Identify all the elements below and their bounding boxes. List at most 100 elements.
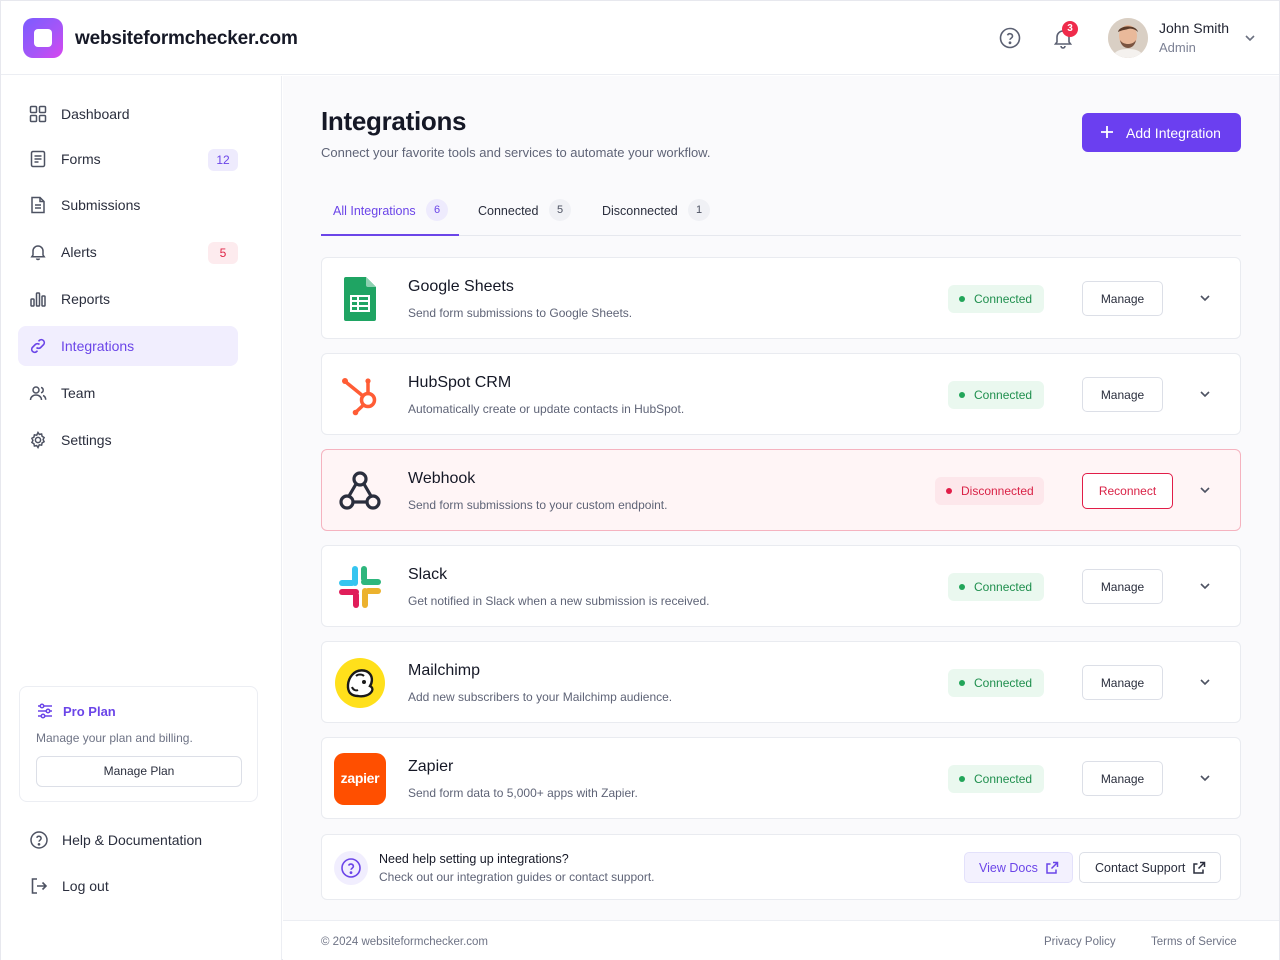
page-title: Integrations xyxy=(321,106,467,136)
brand-logo-icon[interactable] xyxy=(23,18,63,58)
webhook-icon xyxy=(339,471,381,510)
reconnect-button[interactable]: Reconnect xyxy=(1082,473,1173,509)
google-sheets-icon xyxy=(344,277,376,321)
logout-label: Log out xyxy=(62,878,109,894)
sidebar-item-label: Settings xyxy=(61,432,112,448)
chevron-down-icon[interactable] xyxy=(1198,579,1212,593)
help-circle-icon[interactable] xyxy=(998,26,1022,50)
contact-support-button[interactable]: Contact Support xyxy=(1079,852,1221,883)
integration-description: Automatically create or update contacts … xyxy=(408,402,685,416)
sliders-icon xyxy=(38,703,52,719)
chevron-down-icon[interactable] xyxy=(1198,771,1212,785)
tab-label: All Integrations xyxy=(333,204,416,218)
brand-name[interactable]: websiteformchecker.com xyxy=(75,28,298,50)
tab-count: 1 xyxy=(688,199,710,221)
bell-icon xyxy=(30,245,46,261)
avatar[interactable] xyxy=(1108,18,1148,58)
chevron-down-icon[interactable] xyxy=(1198,675,1212,689)
tab-label: Disconnected xyxy=(602,204,678,218)
privacy-policy-link[interactable]: Privacy Policy xyxy=(1044,936,1116,948)
integration-card-mailchimp: Mailchimp Add new subscribers to your Ma… xyxy=(321,641,1241,723)
forms-count-badge: 12 xyxy=(208,149,238,171)
integration-card-webhook: Webhook Send form submissions to your cu… xyxy=(321,449,1241,531)
integration-name: Google Sheets xyxy=(408,278,514,295)
chevron-down-icon[interactable] xyxy=(1198,291,1212,305)
help-subtitle: Check out our integration guides or cont… xyxy=(379,870,655,884)
add-integration-label: Add Integration xyxy=(1126,125,1221,141)
app-window: websiteformchecker.com 3 John Smith Admi… xyxy=(0,0,1280,960)
top-header: websiteformchecker.com 3 John Smith Admi… xyxy=(1,1,1279,75)
manage-button[interactable]: Manage xyxy=(1082,761,1163,796)
sidebar-item-settings[interactable]: Settings xyxy=(18,420,238,460)
chevron-down-icon[interactable] xyxy=(1198,483,1212,497)
sidebar-item-submissions[interactable]: Submissions xyxy=(18,185,238,225)
status-badge: Connected xyxy=(948,573,1044,601)
plan-description: Manage your plan and billing. xyxy=(36,731,193,745)
sidebar-item-label: Alerts xyxy=(61,244,97,260)
integration-description: Send form data to 5,000+ apps with Zapie… xyxy=(408,786,638,800)
status-badge: Connected xyxy=(948,765,1044,793)
tab-all-integrations[interactable]: All Integrations 6 xyxy=(321,194,459,236)
user-name: John Smith xyxy=(1159,20,1230,36)
sidebar-item-integrations[interactable]: Integrations xyxy=(18,326,238,366)
manage-button[interactable]: Manage xyxy=(1082,665,1163,700)
sidebar-item-label: Submissions xyxy=(61,197,141,213)
tab-count: 5 xyxy=(549,199,571,221)
add-integration-button[interactable]: Add Integration xyxy=(1082,113,1241,152)
help-circle-icon xyxy=(334,851,368,885)
sidebar-item-label: Dashboard xyxy=(61,106,130,122)
chevron-down-icon[interactable] xyxy=(1243,31,1257,45)
status-badge: Connected xyxy=(948,285,1044,313)
integration-name: Zapier xyxy=(408,758,454,775)
users-icon xyxy=(29,386,47,401)
terms-of-service-link[interactable]: Terms of Service xyxy=(1151,936,1237,948)
sidebar-item-reports[interactable]: Reports xyxy=(18,279,238,319)
integration-description: Add new subscribers to your Mailchimp au… xyxy=(408,690,673,704)
integration-tabs: All Integrations 6 Connected 5 Disconnec… xyxy=(321,194,1241,236)
tab-connected[interactable]: Connected 5 xyxy=(478,194,578,236)
sidebar-item-label: Reports xyxy=(61,291,111,307)
plan-title: Pro Plan xyxy=(63,704,116,719)
help-title: Need help setting up integrations? xyxy=(379,852,569,866)
page-subtitle: Connect your favorite tools and services… xyxy=(321,145,711,160)
manage-button[interactable]: Manage xyxy=(1082,569,1163,604)
sidebar-item-alerts[interactable]: Alerts 5 xyxy=(18,232,238,272)
sidebar-item-team[interactable]: Team xyxy=(18,373,238,413)
view-docs-button[interactable]: View Docs xyxy=(964,852,1073,883)
status-badge: Connected xyxy=(948,381,1044,409)
footer: © 2024 websiteformchecker.com Privacy Po… xyxy=(283,920,1279,960)
help-documentation-label: Help & Documentation xyxy=(62,832,203,848)
logout-icon xyxy=(31,878,48,894)
notification-badge: 3 xyxy=(1062,21,1078,37)
chevron-down-icon[interactable] xyxy=(1198,387,1212,401)
help-documentation-link[interactable]: Help & Documentation xyxy=(29,829,249,853)
link-icon xyxy=(30,338,46,354)
logout-link[interactable]: Log out xyxy=(29,875,249,899)
grid-icon xyxy=(29,105,47,123)
sidebar: Dashboard Forms 12 Submissions Alerts 5 … xyxy=(1,76,282,960)
integration-name: Mailchimp xyxy=(408,662,481,679)
integration-card-hubspot: HubSpot CRM Automatically create or upda… xyxy=(321,353,1241,435)
sidebar-item-dashboard[interactable]: Dashboard xyxy=(18,94,238,134)
slack-icon xyxy=(339,566,381,608)
integration-card-slack: Slack Get notified in Slack when a new s… xyxy=(321,545,1241,627)
manage-button[interactable]: Manage xyxy=(1082,281,1163,316)
tab-disconnected[interactable]: Disconnected 1 xyxy=(602,194,722,236)
manage-button[interactable]: Manage xyxy=(1082,377,1163,412)
gear-icon xyxy=(30,431,46,449)
user-role: Admin xyxy=(1159,40,1196,55)
sidebar-item-label: Integrations xyxy=(61,338,135,354)
mailchimp-icon xyxy=(335,658,385,708)
external-link-icon xyxy=(1046,861,1059,874)
integration-name: HubSpot CRM xyxy=(408,374,512,391)
form-icon xyxy=(30,150,46,168)
bar-chart-icon xyxy=(30,292,46,307)
status-badge: Disconnected xyxy=(935,477,1044,505)
tab-label: Connected xyxy=(478,204,539,218)
sidebar-item-label: Team xyxy=(61,385,96,401)
integration-description: Get notified in Slack when a new submiss… xyxy=(408,594,710,608)
sidebar-item-forms[interactable]: Forms 12 xyxy=(18,139,238,179)
manage-plan-button[interactable]: Manage Plan xyxy=(36,756,242,787)
document-icon xyxy=(31,196,45,214)
integration-description: Send form submissions to your custom end… xyxy=(408,498,668,512)
